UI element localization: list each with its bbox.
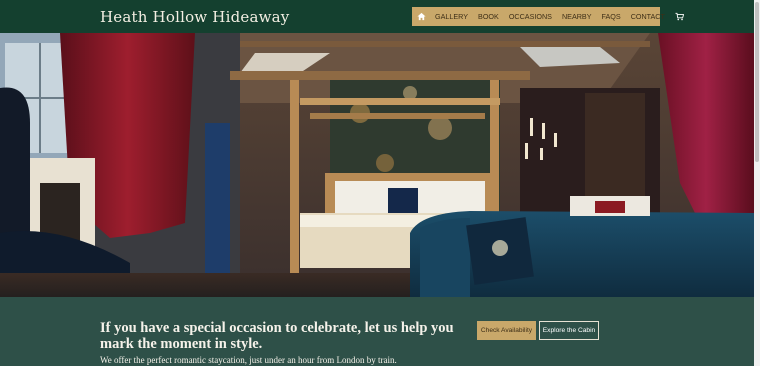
nav-item-nearby[interactable]: NEARBY [562,12,592,21]
nav-item-faqs[interactable]: FAQS [602,12,621,21]
explore-cabin-button[interactable]: Explore the Cabin [539,321,599,340]
nav-item-book[interactable]: BOOK [478,12,499,21]
hero-image [0,33,754,297]
check-availability-button[interactable]: Check Availability [477,321,536,340]
page-scrollbar[interactable] [754,0,760,366]
home-icon[interactable] [417,11,426,23]
nav-item-occasions[interactable]: OCCASIONS [509,12,552,21]
scrollbar-thumb[interactable] [755,2,759,162]
site-logo-text[interactable]: Heath Hollow Hideaway [100,8,289,26]
hero-bedroom-photo [0,33,754,297]
band-heading: If you have a special occasion to celebr… [100,320,454,352]
band-subtext: We offer the perfect romantic staycation… [100,355,397,365]
site-header: Heath Hollow Hideaway GALLERY BOOK OCCAS… [0,0,754,33]
nav-item-contact[interactable]: CONTACT [631,12,665,21]
nav-item-gallery[interactable]: GALLERY [435,12,468,21]
cart-icon[interactable] [675,11,684,23]
main-nav: GALLERY BOOK OCCASIONS NEARBY FAQS CONTA… [412,7,684,26]
